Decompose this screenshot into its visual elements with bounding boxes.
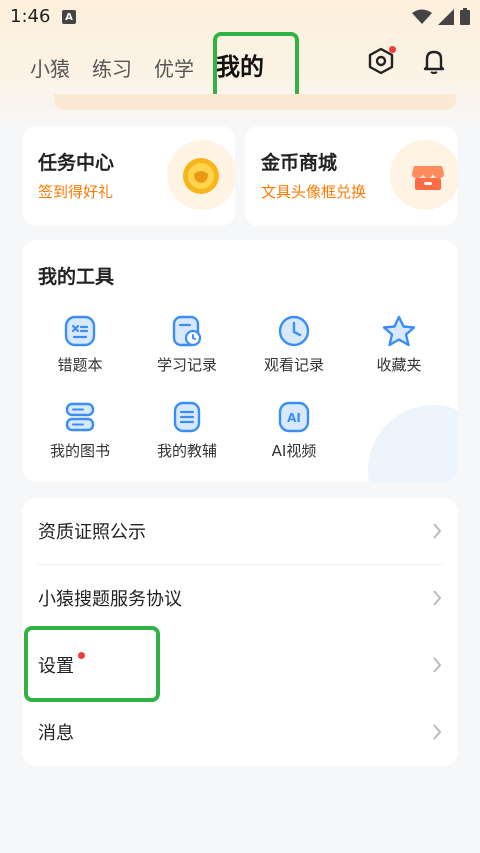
wifi-icon bbox=[412, 9, 432, 24]
highlight-box-settings bbox=[24, 626, 160, 702]
tutoring-icon bbox=[173, 401, 201, 433]
tab-practice[interactable]: 练习 bbox=[92, 53, 132, 82]
coin-mall-subtitle: 文具头像框兑换 bbox=[261, 183, 367, 201]
tool-watch-history[interactable]: 观看记录 bbox=[244, 314, 344, 375]
menu-item-label: 小猿搜题服务协议 bbox=[38, 589, 182, 610]
coin-mall-title: 金币商城 bbox=[261, 152, 338, 174]
tool-label: 收藏夹 bbox=[376, 356, 422, 374]
notifications-button[interactable] bbox=[418, 45, 450, 77]
battery-icon bbox=[460, 8, 470, 25]
tool-label: 我的教辅 bbox=[156, 442, 217, 460]
gold-coin-icon bbox=[183, 158, 219, 194]
tool-tutoring[interactable]: 我的教辅 bbox=[137, 400, 237, 461]
my-tools-panel: 我的工具 错题本 学习记录 观看记录 收藏夹 我的图书 我的教辅 AI AI视频 bbox=[22, 240, 458, 482]
study-record-icon bbox=[172, 315, 202, 347]
tool-wrong-book[interactable]: 错题本 bbox=[30, 314, 130, 375]
task-center-subtitle: 签到得好礼 bbox=[38, 183, 114, 201]
chevron-right-icon bbox=[433, 523, 442, 539]
tab-xiaoyuan[interactable]: 小猿 bbox=[30, 53, 70, 82]
header-strip bbox=[54, 94, 456, 110]
menu-item-service-agreement[interactable]: 小猿搜题服务协议 bbox=[22, 565, 458, 631]
notification-dot bbox=[389, 46, 396, 53]
status-time: 1:46 bbox=[10, 6, 51, 27]
tool-label: 我的图书 bbox=[49, 442, 110, 460]
task-center-card[interactable]: 任务中心 签到得好礼 bbox=[22, 126, 235, 226]
wrong-book-icon bbox=[64, 315, 96, 347]
tool-favorites[interactable]: 收藏夹 bbox=[349, 314, 449, 375]
books-icon bbox=[65, 402, 95, 432]
chevron-right-icon bbox=[433, 724, 442, 740]
menu-item-label: 消息 bbox=[38, 723, 74, 744]
bell-icon bbox=[423, 50, 445, 75]
favorites-icon bbox=[382, 315, 416, 347]
tool-label: 学习记录 bbox=[156, 356, 217, 374]
tool-study-record[interactable]: 学习记录 bbox=[137, 314, 237, 375]
status-icons bbox=[412, 8, 470, 25]
tool-label: 错题本 bbox=[57, 356, 103, 374]
menu-item-messages[interactable]: 消息 bbox=[22, 699, 458, 765]
tool-my-books[interactable]: 我的图书 bbox=[30, 400, 130, 461]
tool-label: 观看记录 bbox=[263, 356, 324, 374]
signal-icon bbox=[438, 8, 454, 25]
watch-history-icon bbox=[278, 315, 310, 347]
chevron-right-icon bbox=[433, 657, 442, 673]
tool-label: AI视频 bbox=[271, 442, 317, 460]
ai-video-icon: AI bbox=[278, 401, 310, 433]
task-center-title: 任务中心 bbox=[38, 152, 115, 174]
notification-icon: A bbox=[62, 10, 76, 24]
menu-item-label: 资质证照公示 bbox=[38, 522, 146, 543]
menu-item-qualifications[interactable]: 资质证照公示 bbox=[22, 498, 458, 564]
tools-title: 我的工具 bbox=[38, 266, 115, 288]
tab-youxue[interactable]: 优学 bbox=[154, 53, 194, 82]
coin-mall-card[interactable]: 金币商城 文具头像框兑换 bbox=[245, 126, 458, 226]
status-bar: 1:46 A bbox=[0, 0, 480, 34]
scan-button[interactable] bbox=[365, 45, 397, 77]
shop-icon bbox=[412, 166, 444, 190]
tool-ai-video[interactable]: AI AI视频 bbox=[244, 400, 344, 461]
svg-text:AI: AI bbox=[287, 411, 301, 425]
feature-cards: 任务中心 签到得好礼 金币商城 文具头像框兑换 bbox=[22, 126, 458, 226]
decorative-circle bbox=[368, 405, 458, 482]
chevron-right-icon bbox=[433, 590, 442, 606]
